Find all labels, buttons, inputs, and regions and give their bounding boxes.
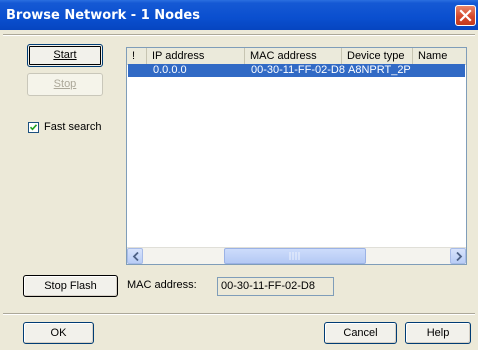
- arrow-left-icon: [132, 252, 139, 261]
- col-header-ip[interactable]: IP address: [147, 48, 245, 64]
- scroll-left-button[interactable]: [127, 248, 143, 264]
- ok-button[interactable]: OK: [23, 322, 94, 344]
- start-button[interactable]: Start: [27, 44, 103, 67]
- close-icon: [459, 9, 472, 22]
- scroll-right-button[interactable]: [450, 248, 466, 264]
- col-header-name[interactable]: Name: [413, 48, 466, 64]
- horizontal-scrollbar[interactable]: [127, 247, 466, 264]
- help-label: Help: [426, 327, 450, 339]
- stop-flash-button[interactable]: Stop Flash: [23, 275, 118, 297]
- mac-address-label: MAC address:: [127, 279, 197, 291]
- cell-device-type: A8NPRT_2P: [348, 64, 411, 76]
- help-button[interactable]: Help: [405, 322, 471, 344]
- stop-flash-label: Stop Flash: [44, 280, 97, 292]
- col-header-mac[interactable]: MAC address: [245, 48, 342, 64]
- col-header-device-type[interactable]: Device type: [342, 48, 413, 64]
- mac-address-field: 00-30-11-FF-02-D8: [217, 277, 334, 296]
- ok-label: OK: [50, 327, 67, 339]
- bottom-divider: [3, 313, 475, 315]
- start-button-label: Start: [53, 49, 77, 61]
- arrow-right-icon: [456, 252, 463, 261]
- cell-ip: 0.0.0.0: [153, 64, 187, 76]
- window-title: Browse Network - 1 Nodes: [6, 8, 200, 23]
- table-row[interactable]: 0.0.0.0 00-30-11-FF-02-D8 A8NPRT_2P: [128, 64, 465, 77]
- scroll-thumb[interactable]: [224, 248, 366, 264]
- cancel-label: Cancel: [343, 327, 378, 339]
- grip-icon: [289, 252, 300, 260]
- title-bar: Browse Network - 1 Nodes: [0, 0, 478, 30]
- list-header: ! IP address MAC address Device type Nam…: [127, 48, 466, 65]
- nodes-list[interactable]: ! IP address MAC address Device type Nam…: [126, 47, 467, 265]
- checkmark-icon: [29, 124, 38, 131]
- cell-mac: 00-30-11-FF-02-D8: [251, 64, 345, 76]
- stop-button-label: Stop: [53, 78, 77, 90]
- fast-search-checkbox[interactable]: [28, 122, 39, 133]
- cancel-button[interactable]: Cancel: [324, 322, 397, 344]
- close-button[interactable]: [455, 5, 476, 26]
- col-header-flag[interactable]: !: [127, 48, 147, 64]
- stop-button[interactable]: Stop: [27, 73, 103, 96]
- top-divider: [3, 34, 475, 36]
- fast-search-label[interactable]: Fast search: [44, 121, 101, 133]
